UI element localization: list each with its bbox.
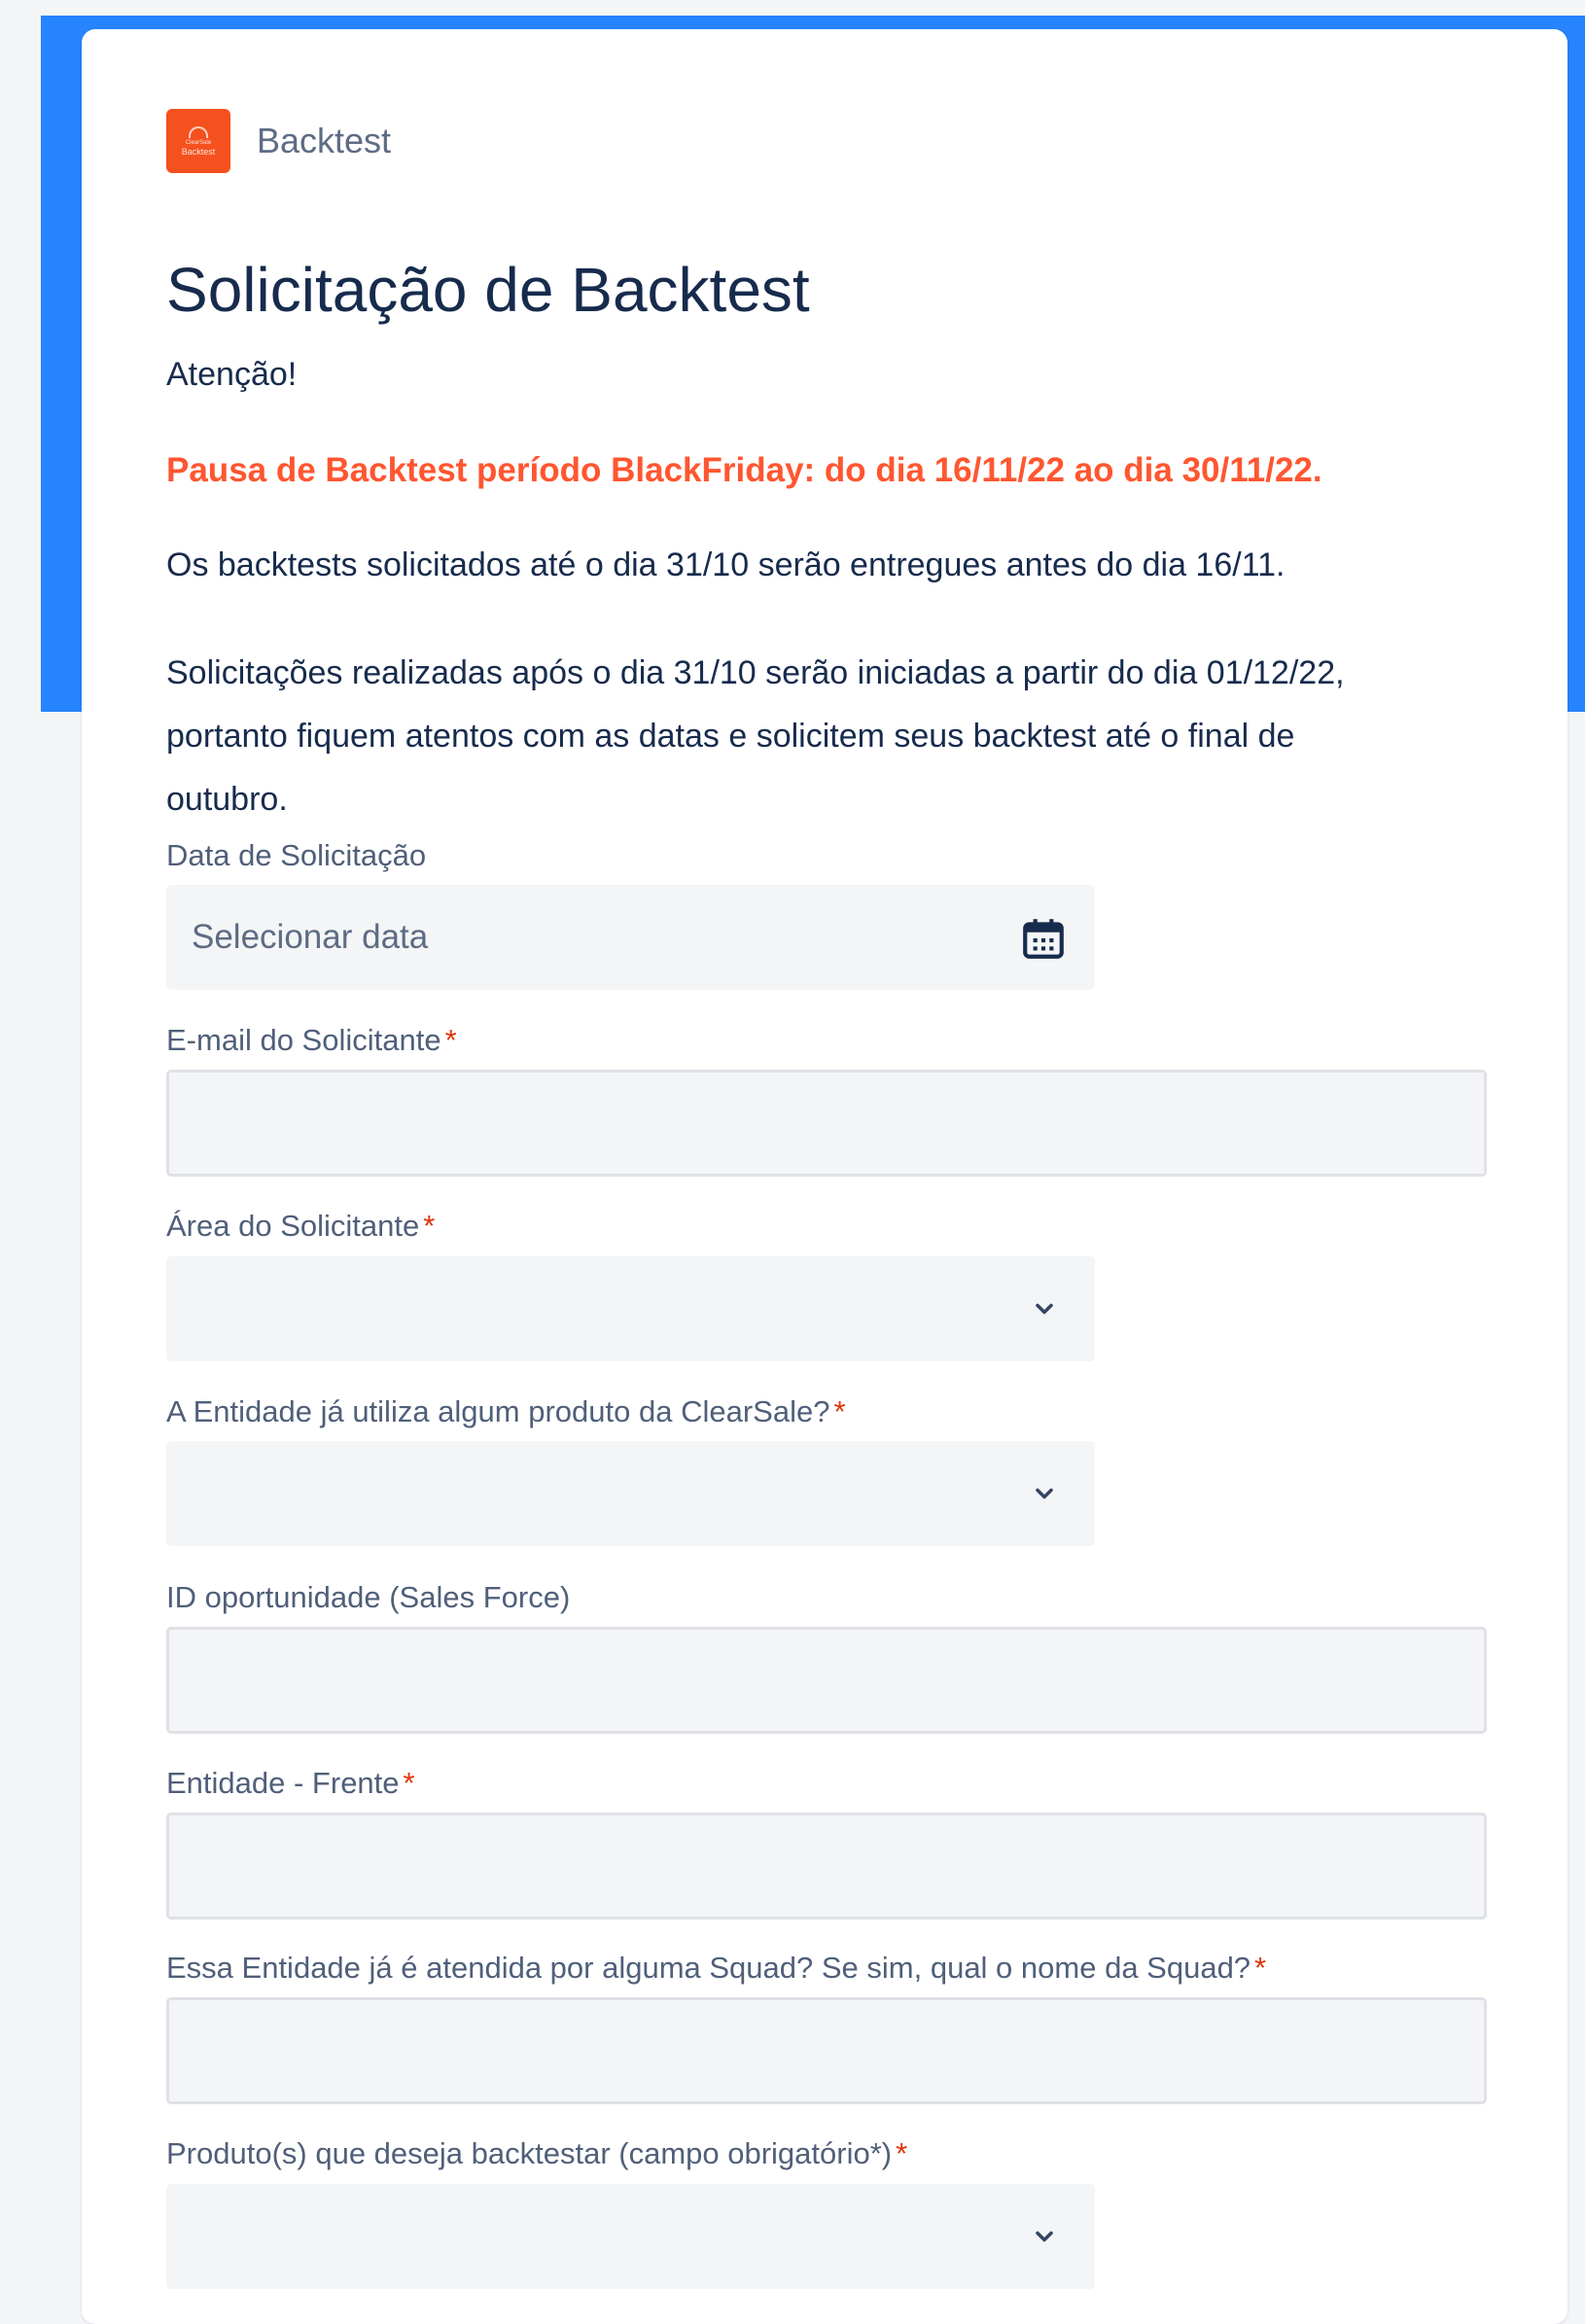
squad-label: Essa Entidade já é atendida por alguma S… [166, 1951, 1266, 1986]
brand-name: Backtest [257, 121, 392, 160]
email-field[interactable] [166, 1070, 1487, 1177]
schedule-note-line: Solicitações realizadas após o dia 31/10… [166, 654, 1345, 691]
schedule-note-line: outubro. [166, 781, 288, 818]
email-label-text: E-mail do Solicitante [166, 1023, 441, 1057]
brand-logo-text-top: ClearSale [185, 139, 212, 146]
email-label: E-mail do Solicitante * [166, 1023, 457, 1058]
chevron-down-icon[interactable] [1031, 1295, 1058, 1322]
date-picker-input[interactable]: Selecionar data [166, 885, 1095, 990]
products-label: Produto(s) que deseja backtestar (campo … [166, 2136, 907, 2171]
required-mark: * [896, 2136, 908, 2170]
attention-text: Atenção! [166, 356, 298, 393]
opportunity-id-field[interactable] [166, 1627, 1487, 1734]
products-label-text: Produto(s) que deseja backtestar (campo … [166, 2136, 893, 2170]
delivery-note: Os backtests solicitados até o dia 31/10… [166, 546, 1286, 583]
date-placeholder: Selecionar data [192, 918, 429, 956]
brand: ClearSale Backtest Backtest [166, 109, 391, 173]
entity-front-label: Entidade - Frente * [166, 1766, 415, 1801]
required-mark: * [833, 1394, 846, 1428]
date-label: Data de Solicitação [166, 838, 426, 873]
brand-logo-text-bottom: Backtest [181, 146, 216, 157]
squad-field[interactable] [166, 1997, 1487, 2104]
schedule-note: Solicitações realizadas após o dia 31/10… [166, 642, 1489, 831]
area-label-text: Área do Solicitante [166, 1209, 420, 1243]
required-mark: * [1254, 1951, 1267, 1985]
uses-product-label: A Entidade já utiliza algum produto da C… [166, 1394, 846, 1429]
entity-front-field[interactable] [166, 1813, 1487, 1919]
form-card: ClearSale Backtest Backtest Solicitação … [82, 29, 1567, 2324]
area-label: Área do Solicitante * [166, 1209, 435, 1244]
products-select[interactable] [166, 2184, 1095, 2289]
blackfriday-alert: Pausa de Backtest período BlackFriday: d… [166, 451, 1322, 489]
schedule-note-line: portanto fiquem atentos com as datas e s… [166, 718, 1295, 755]
required-mark: * [403, 1766, 415, 1800]
required-mark: * [423, 1209, 436, 1243]
required-mark: * [444, 1023, 457, 1057]
calendar-icon[interactable] [1019, 914, 1068, 963]
uses-product-select[interactable] [166, 1441, 1095, 1546]
area-select[interactable] [166, 1256, 1095, 1361]
brand-logo: ClearSale Backtest [166, 109, 230, 173]
date-label-text: Data de Solicitação [166, 838, 427, 872]
logo-mark-icon [189, 125, 208, 138]
entity-front-label-text: Entidade - Frente [166, 1766, 400, 1800]
opportunity-id-label: ID oportunidade (Sales Force) [166, 1580, 570, 1615]
opportunity-id-label-text: ID oportunidade (Sales Force) [166, 1580, 571, 1614]
chevron-down-icon[interactable] [1031, 2223, 1058, 2250]
squad-label-text: Essa Entidade já é atendida por alguma S… [166, 1951, 1251, 1985]
page-title: Solicitação de Backtest [166, 255, 810, 325]
chevron-down-icon[interactable] [1031, 1480, 1058, 1507]
uses-product-label-text: A Entidade já utiliza algum produto da C… [166, 1394, 830, 1428]
